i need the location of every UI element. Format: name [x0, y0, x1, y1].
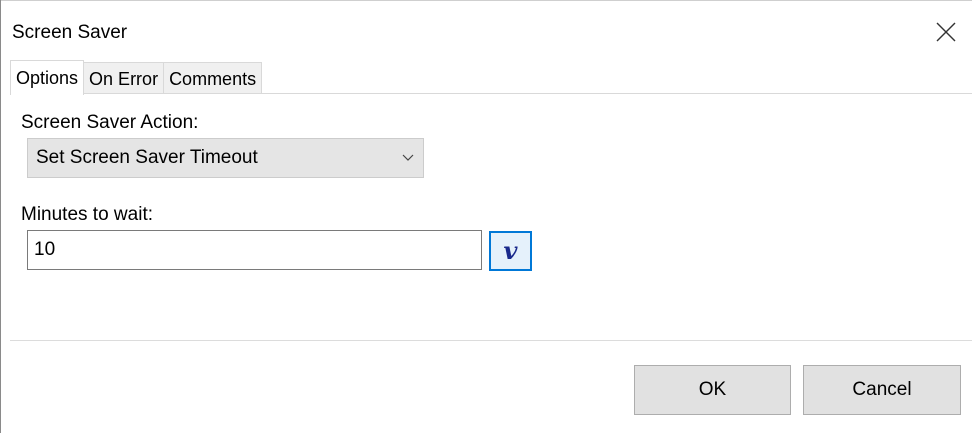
close-icon — [936, 22, 956, 42]
tab-strip: Options On Error Comments — [10, 60, 263, 95]
minutes-to-wait-input[interactable]: 10 — [27, 230, 482, 270]
screen-saver-action-value: Set Screen Saver Timeout — [36, 147, 258, 168]
ok-button[interactable]: OK — [634, 365, 791, 415]
screen-saver-dialog: Screen Saver Options On Error Comments S… — [0, 0, 972, 433]
minutes-to-wait-label: Minutes to wait: — [21, 204, 153, 225]
footer-divider — [10, 340, 972, 341]
screen-saver-action-dropdown[interactable]: Set Screen Saver Timeout — [27, 138, 424, 178]
tab-options[interactable]: Options — [10, 60, 85, 95]
variable-icon: v — [503, 236, 518, 265]
chevron-down-icon — [393, 154, 423, 162]
window-left-border — [0, 0, 1, 433]
cancel-button[interactable]: Cancel — [803, 365, 961, 415]
tab-on-error[interactable]: On Error — [84, 62, 165, 95]
tab-comments[interactable]: Comments — [164, 62, 263, 95]
title-bar: Screen Saver — [0, 0, 972, 58]
close-button[interactable] — [930, 16, 962, 48]
insert-variable-button[interactable]: v — [489, 231, 532, 271]
window-title: Screen Saver — [12, 22, 128, 43]
screen-saver-action-label: Screen Saver Action: — [21, 112, 199, 133]
